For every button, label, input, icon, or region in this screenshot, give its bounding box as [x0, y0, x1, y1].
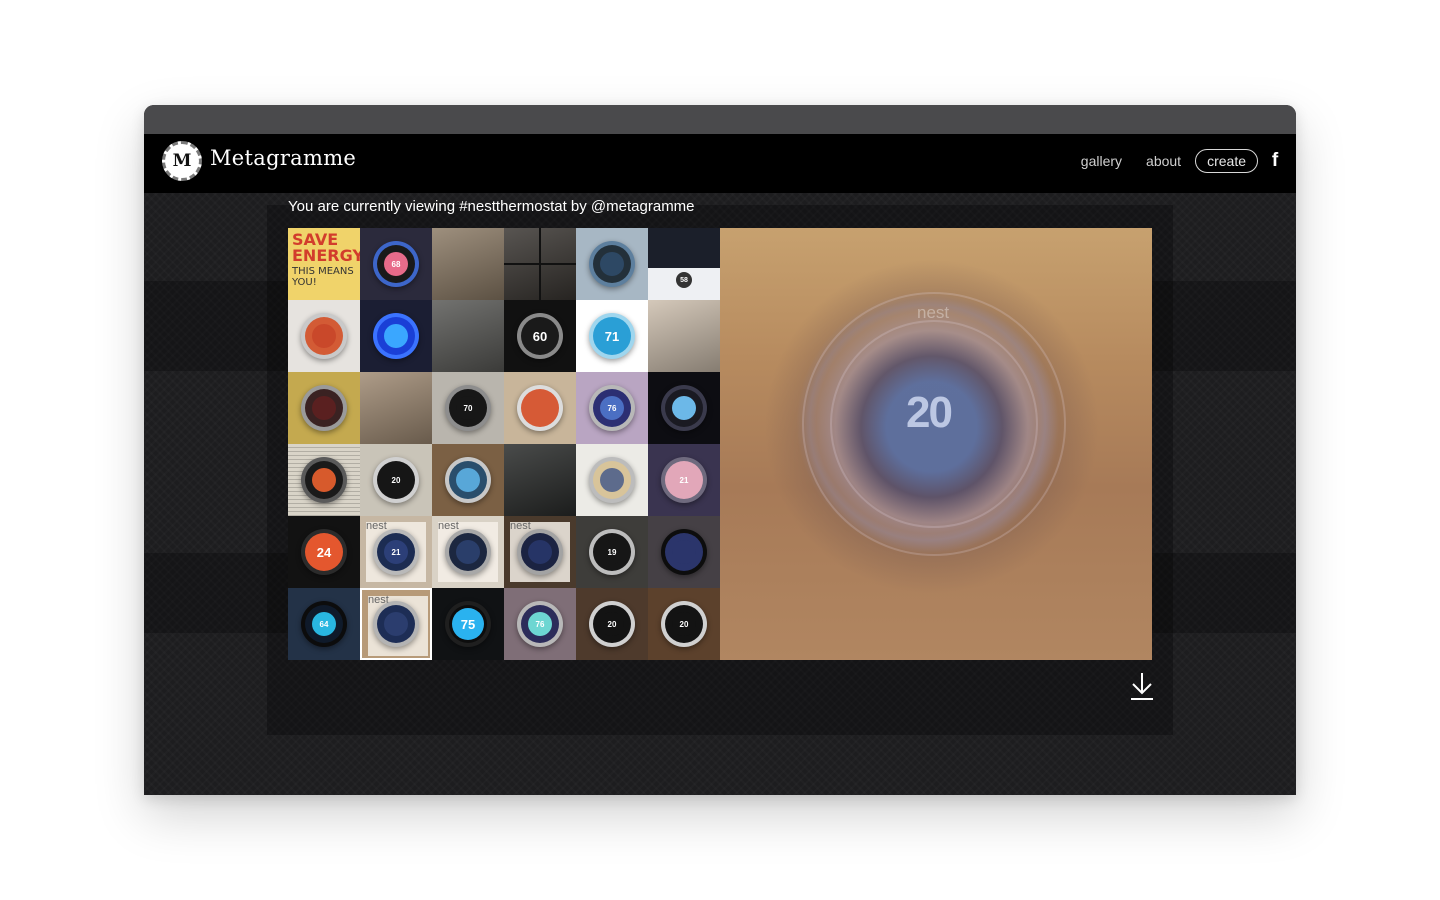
- tile-thermostat-center: 71: [596, 320, 628, 352]
- grid-tile[interactable]: nest: [360, 588, 432, 660]
- tile-photo-shade: [360, 372, 432, 444]
- tile-photo-shade: [432, 228, 504, 300]
- grid-tile[interactable]: [576, 228, 648, 300]
- tile-thermostat-center: 70: [456, 396, 480, 420]
- grid-tile[interactable]: [360, 372, 432, 444]
- grid-tile[interactable]: [288, 372, 360, 444]
- nav-about-link[interactable]: about: [1146, 153, 1181, 169]
- grid-tile[interactable]: nest 21: [360, 516, 432, 588]
- grid-tile[interactable]: 21: [648, 444, 720, 516]
- window-chrome: [144, 105, 1296, 134]
- composite-image[interactable]: nest 20: [720, 228, 1152, 660]
- grid-tile[interactable]: [648, 372, 720, 444]
- tile-thermostat-center: [384, 612, 408, 636]
- grid-tile[interactable]: nest: [432, 516, 504, 588]
- tile-thermostat-center: [312, 324, 336, 348]
- tile-thermostat-center: 75: [452, 608, 484, 640]
- browser-window: M Metagramme gallery about create f You …: [144, 105, 1296, 795]
- tile-thermostat-center: 20: [600, 612, 624, 636]
- logo-letter: M: [172, 151, 192, 171]
- tile-thermostat-center: [312, 396, 336, 420]
- tile-thermostat-center: 76: [600, 396, 624, 420]
- grid-tile[interactable]: [360, 300, 432, 372]
- tile-thermostat-center: [600, 468, 624, 492]
- tile-thermostat-center: [600, 252, 624, 276]
- composite-brand-text: nest: [917, 303, 950, 322]
- grid-tile[interactable]: [648, 516, 720, 588]
- tile-thermostat-center: [528, 396, 552, 420]
- tile-thermostat-center: 24: [308, 536, 340, 568]
- grid-tile[interactable]: 58: [648, 228, 720, 300]
- nav-gallery-link[interactable]: gallery: [1081, 153, 1122, 169]
- tile-poster-subtext: THIS MEANS YOU!: [292, 266, 354, 288]
- grid-tile[interactable]: 20: [576, 588, 648, 660]
- grid-tile[interactable]: [648, 300, 720, 372]
- brand-name[interactable]: Metagramme: [210, 146, 356, 170]
- tile-thermostat-center: [456, 540, 480, 564]
- viewing-caption: You are currently viewing #nestthermosta…: [288, 198, 695, 215]
- nav-create-button[interactable]: create: [1195, 149, 1258, 173]
- grid-tile[interactable]: [432, 228, 504, 300]
- tile-thermostat-center: 21: [672, 468, 696, 492]
- tile-thermostat-center: 20: [672, 612, 696, 636]
- grid-tile[interactable]: 76: [576, 372, 648, 444]
- tile-brand-text: nest: [510, 520, 531, 532]
- grid-tile[interactable]: [504, 228, 576, 300]
- tile-photo-shade: [432, 300, 504, 372]
- tile-thermostat-center: 60: [524, 320, 556, 352]
- tile-thermostat-center: 21: [384, 540, 408, 564]
- tile-brand-text: nest: [366, 520, 387, 532]
- grid-tile[interactable]: 20: [648, 588, 720, 660]
- grid-tile[interactable]: 76: [504, 588, 576, 660]
- grid-tile[interactable]: nest: [504, 516, 576, 588]
- logo-icon[interactable]: M: [162, 141, 202, 181]
- source-image-grid: SAVE ENERGY THIS MEANS YOU! 68 58 60 71 70 76 20…: [288, 228, 720, 660]
- grid-tile[interactable]: 75: [432, 588, 504, 660]
- grid-tile[interactable]: 71: [576, 300, 648, 372]
- grid-tile[interactable]: [504, 444, 576, 516]
- grid-tile[interactable]: [288, 444, 360, 516]
- tile-thermostat-center: 19: [600, 540, 624, 564]
- grid-tile[interactable]: [504, 372, 576, 444]
- download-icon[interactable]: [1130, 671, 1154, 701]
- grid-tile[interactable]: [576, 444, 648, 516]
- grid-tile[interactable]: 24: [288, 516, 360, 588]
- tile-thermostat-center: 68: [384, 252, 408, 276]
- main-content: You are currently viewing #nestthermosta…: [144, 193, 1296, 795]
- grid-tile[interactable]: [288, 300, 360, 372]
- tile-divider: [504, 263, 576, 265]
- tile-poster-text: SAVE ENERGY: [292, 230, 360, 265]
- grid-tile[interactable]: [432, 300, 504, 372]
- tile-thermostat-center: 76: [528, 612, 552, 636]
- facebook-icon[interactable]: f: [1270, 150, 1280, 172]
- tile-thermostat-center: 64: [312, 612, 336, 636]
- tile-thermostat-dial: 58: [676, 272, 692, 288]
- grid-tile[interactable]: SAVE ENERGY THIS MEANS YOU!: [288, 228, 360, 300]
- tile-thermostat-center: [528, 540, 552, 564]
- composite-number: 20: [906, 388, 953, 437]
- tile-app-bar: [648, 228, 720, 268]
- tile-thermostat-center: [672, 396, 696, 420]
- grid-tile[interactable]: [432, 444, 504, 516]
- tile-photo-shade: [648, 300, 720, 372]
- tile-photo-shade: [504, 444, 576, 516]
- tile-brand-text: nest: [438, 520, 459, 532]
- grid-tile[interactable]: 68: [360, 228, 432, 300]
- tile-thermostat-center: [456, 468, 480, 492]
- tile-thermostat-center: [312, 468, 336, 492]
- grid-tile[interactable]: 20: [360, 444, 432, 516]
- grid-tile[interactable]: 19: [576, 516, 648, 588]
- grid-tile[interactable]: 70: [432, 372, 504, 444]
- site-header: M Metagramme gallery about create f: [144, 134, 1296, 193]
- main-nav: gallery about create f: [1081, 147, 1280, 175]
- grid-tile[interactable]: 60: [504, 300, 576, 372]
- tile-thermostat-center: [384, 324, 408, 348]
- grid-tile[interactable]: 64: [288, 588, 360, 660]
- tile-thermostat-center: 20: [384, 468, 408, 492]
- tile-thermostat-center: [672, 540, 696, 564]
